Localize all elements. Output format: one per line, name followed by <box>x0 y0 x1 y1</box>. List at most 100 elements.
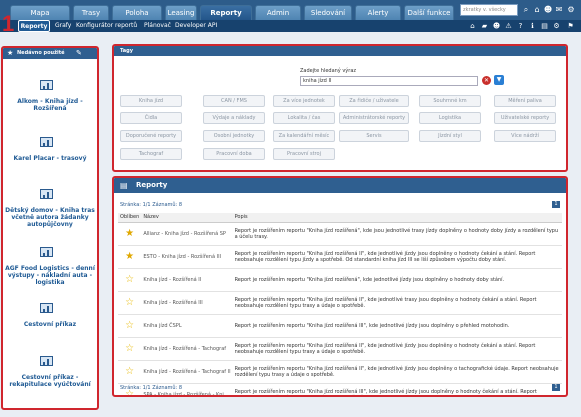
subnav-developer-api[interactable]: Developer API <box>175 20 217 32</box>
star-filled-icon[interactable]: ★ <box>118 222 142 246</box>
table-row[interactable]: ★ Allianz - Kniha jízd - Rozšířená SP Repo… <box>118 222 562 246</box>
favorite-label: AGF Food Logistics - denní výstupy - nák… <box>5 265 95 286</box>
page-button[interactable]: 1 <box>552 201 560 208</box>
info-icon[interactable]: ℹ <box>528 21 537 31</box>
home-icon[interactable]: ⌂ <box>532 5 542 15</box>
tag-button[interactable]: Osobní jednotky <box>203 130 265 142</box>
tag-button[interactable]: Administrátorské reporty <box>339 112 409 124</box>
report-icon <box>40 189 53 199</box>
home-icon[interactable]: ⌂ <box>468 21 477 31</box>
mail-icon[interactable]: ✉ <box>554 5 564 15</box>
tag-button[interactable]: Čidla <box>120 112 182 124</box>
column-header[interactable]: Oblíben <box>118 213 142 223</box>
filter-icon[interactable]: ▼ <box>494 75 504 85</box>
search-input[interactable]: zkratky v. všecky <box>460 4 518 16</box>
tags-search-label: Zadejte hledaný výraz <box>300 68 357 74</box>
report-name[interactable]: Kniha jízd - Rozšířená III <box>141 291 233 315</box>
report-icon <box>40 303 53 313</box>
favorite-label: Karel Placar - trasový <box>13 155 87 162</box>
report-name[interactable]: Allianz - Kniha jízd - Rozšířená SP <box>141 222 233 246</box>
tag-button[interactable]: Za kalendářní měsíc <box>273 130 335 142</box>
reports-panel: ▤ Reporty Stránka: 1/1 Záznamů: 8 1 Oblí… <box>112 176 568 397</box>
table-row[interactable]: ☆ Kniha jízd - Rozšířená - Tachograf II Re… <box>118 360 562 384</box>
tag-button[interactable]: Více nádrží <box>494 130 556 142</box>
tag-button[interactable]: Pracovní doba <box>203 148 265 160</box>
tag-button[interactable]: Souhrnné km <box>419 95 481 107</box>
tag-button[interactable]: Servis <box>339 130 409 142</box>
table-row[interactable]: ★ ESTO - Kniha jízd - Rozšířená III Report… <box>118 245 562 269</box>
tag-button[interactable]: Za řidiče / uživatele <box>339 95 409 107</box>
tag-button[interactable]: Tachograf <box>120 148 182 160</box>
warning-icon[interactable]: ⚠ <box>504 21 513 31</box>
tab-alerty[interactable]: Alerty <box>355 5 401 20</box>
star-outline-icon[interactable]: ☆ <box>118 337 142 361</box>
star-outline-icon[interactable]: ☆ <box>118 360 142 384</box>
car-icon[interactable]: ▰ <box>480 21 489 31</box>
tag-button[interactable]: CAN / FMS <box>203 95 265 107</box>
report-description: Report je rozšířením reportu "Kniha jízd… <box>232 268 562 292</box>
tag-button[interactable]: Lokalita / čas <box>273 112 335 124</box>
tags-search-input[interactable]: kniha jízd II <box>300 76 478 86</box>
report-description: Report je rozšířením reportu "Kniha jízd… <box>232 383 562 395</box>
tag-button[interactable]: Kniha jízd <box>120 95 182 107</box>
report-name[interactable]: Kniha jízd - Rozšířená - Tachograf II <box>141 360 233 384</box>
report-icon <box>40 247 53 257</box>
tag-button[interactable]: Pracovní stroj <box>273 148 335 160</box>
table-row[interactable]: ☆ Kniha jízd - Rozšířená - Tachograf Repor… <box>118 337 562 361</box>
tab-leasing[interactable]: Leasing <box>165 5 197 20</box>
favorite-label: Alkom - Kniha jízd - Rozšířená <box>17 98 83 112</box>
report-description: Report je rozšířením reportu "Kniha jízd… <box>232 337 562 361</box>
tag-button[interactable]: Jízdní styl <box>419 130 481 142</box>
tag-button[interactable]: Uživatelské reporty <box>494 112 556 124</box>
subnav-konfigurator[interactable]: Konfigurátor reportů <box>76 20 137 32</box>
favorites-panel: ★ Nedávno použité ✎ Alkom - Kniha jízd -… <box>1 46 99 410</box>
subnav-reporty[interactable]: Reporty <box>18 20 50 32</box>
report-icon <box>40 137 53 147</box>
report-name[interactable]: ESTO - Kniha jízd - Rozšířená III <box>141 245 233 269</box>
favorite-label: Dětský domov - Kniha tras včetně autora … <box>5 207 95 228</box>
tag-button[interactable]: Měření paliva <box>494 95 556 107</box>
report-name[interactable]: Kniha jízd - Rozšířená II <box>141 268 233 292</box>
tag-button[interactable]: Logistika <box>419 112 481 124</box>
users-icon[interactable]: ☻ <box>543 5 553 15</box>
tab-admin[interactable]: Admin <box>255 5 301 20</box>
help-icon[interactable]: ? <box>516 21 525 31</box>
report-icon <box>40 356 53 366</box>
subnav-grafy[interactable]: Grafy <box>55 20 71 32</box>
tag-button[interactable]: Za více jednotek <box>273 95 335 107</box>
star-outline-icon[interactable]: ☆ <box>118 291 142 315</box>
tag-button[interactable]: Výdaje a náklady <box>203 112 265 124</box>
favorites-title: Nedávno použité <box>17 50 65 56</box>
print-icon[interactable]: ▤ <box>540 21 549 31</box>
table-row[interactable]: ☆ Kniha jízd - Rozšířená III Report je roz… <box>118 291 562 315</box>
gear-icon[interactable]: ⚙ <box>566 5 576 15</box>
reports-title: Reporty <box>136 181 168 189</box>
column-header[interactable]: Popis <box>232 213 562 223</box>
tab-sledovani[interactable]: Sledování <box>304 5 352 20</box>
star-outline-icon[interactable]: ☆ <box>118 268 142 292</box>
tab-mapa[interactable]: Mapa <box>10 5 70 20</box>
subnav-planovac[interactable]: Plánovač <box>144 20 171 32</box>
search-icon[interactable]: ⌕ <box>521 5 531 15</box>
table-row[interactable]: ☆ Kniha jízd ČSPL Report je rozšířením rep… <box>118 314 562 338</box>
clear-icon[interactable]: ✕ <box>482 76 491 85</box>
tab-trasy[interactable]: Trasy <box>73 5 109 20</box>
user-icon[interactable]: ☻ <box>492 21 501 31</box>
tab-dalsi-funkce[interactable]: Další funkce <box>404 5 454 20</box>
tab-poloha[interactable]: Poloha <box>112 5 162 20</box>
tag-button[interactable]: Doporučené reporty <box>120 130 182 142</box>
flag-icon[interactable]: ⚑ <box>566 21 575 31</box>
tab-reporty[interactable]: Reporty <box>200 5 252 20</box>
page-button[interactable]: 1 <box>552 384 560 391</box>
tags-panel: Tagy Zadejte hledaný výraz kniha jízd II… <box>112 44 568 172</box>
table-row[interactable]: ☆ Kniha jízd - Rozšířená II Report je rozš… <box>118 268 562 292</box>
table-row[interactable]: ☆ SPA - Kniha jízd - Rozšířená - Kni Repor… <box>118 383 562 395</box>
report-name[interactable]: Kniha jízd - Rozšířená - Tachograf <box>141 337 233 361</box>
settings-icon[interactable]: ⚙ <box>552 21 561 31</box>
star-filled-icon[interactable]: ★ <box>118 245 142 269</box>
report-name[interactable]: Kniha jízd ČSPL <box>141 314 233 338</box>
star-outline-icon[interactable]: ☆ <box>118 314 142 338</box>
column-header[interactable]: Název <box>141 213 233 223</box>
edit-icon[interactable]: ✎ <box>76 48 82 59</box>
marker-1: 1 <box>2 11 15 36</box>
